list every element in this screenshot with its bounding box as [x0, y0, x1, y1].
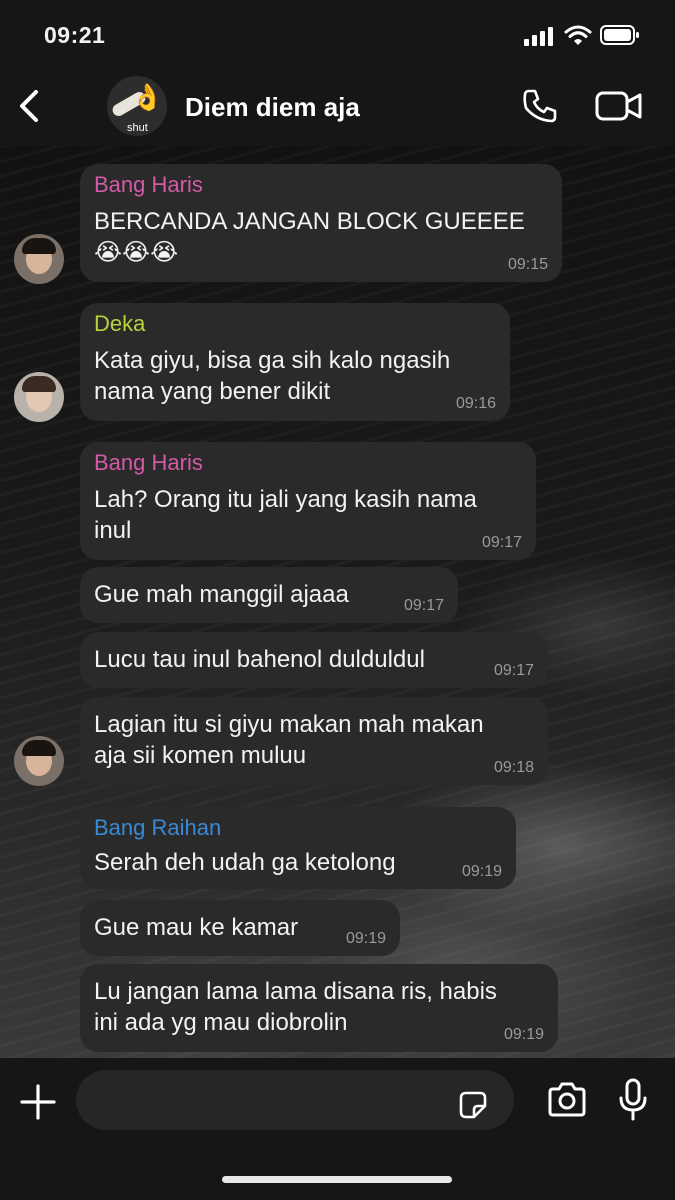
message-time: 09:17 — [493, 662, 534, 679]
message-text: Lu jangan lama lama disana ris, habis in… — [94, 978, 497, 1036]
plus-icon[interactable] — [18, 1082, 58, 1122]
message-bubble[interactable]: Gue mau ke kamar 09:19 — [80, 900, 400, 956]
message-text: Serah deh udah ga ketolong — [94, 849, 396, 876]
message-time: 09:19 — [503, 1026, 544, 1043]
message-bubble[interactable]: Bang Haris BERCANDA JANGAN BLOCK GUEEEE … — [80, 164, 562, 282]
battery-icon — [600, 25, 639, 45]
message-bubble[interactable]: Bang Haris Lah? Orang itu jali yang kasi… — [80, 442, 536, 560]
microphone-icon[interactable] — [618, 1078, 648, 1122]
sender-name: Deka — [94, 311, 146, 336]
signal-icon — [524, 26, 556, 46]
message-time: 09:19 — [345, 930, 386, 947]
group-title[interactable]: Diem diem aja — [185, 92, 360, 123]
avatar-caption: shut — [127, 122, 148, 134]
sender-avatar[interactable] — [14, 234, 64, 284]
group-avatar[interactable]: 👌 shut — [107, 76, 167, 136]
message-bubble[interactable]: Lu jangan lama lama disana ris, habis in… — [80, 964, 558, 1052]
message-bubble[interactable]: Deka Kata giyu, bisa ga sih kalo ngasih … — [80, 303, 510, 421]
message-text: Lucu tau inul bahenol dulduldul — [94, 646, 425, 673]
sticker-icon[interactable] — [458, 1090, 488, 1120]
sender-name: Bang Haris — [94, 172, 203, 197]
message-bubble[interactable]: Bang Raihan Serah deh udah ga ketolong 0… — [80, 807, 516, 889]
back-button[interactable] — [14, 86, 44, 126]
sender-avatar[interactable] — [14, 372, 64, 422]
message-time: 09:19 — [461, 863, 502, 880]
wifi-icon — [564, 25, 592, 45]
message-time: 09:15 — [507, 256, 548, 273]
message-text: Lagian itu si giyu makan mah makan aja s… — [94, 711, 484, 769]
message-bubble[interactable]: Gue mah manggil ajaaa 09:17 — [80, 567, 458, 623]
message-time: 09:16 — [455, 395, 496, 412]
phone-icon[interactable] — [520, 86, 560, 126]
sender-avatar[interactable] — [14, 736, 64, 786]
message-time: 09:17 — [481, 534, 522, 551]
message-text: Kata giyu, bisa ga sih kalo ngasih nama … — [94, 347, 451, 405]
message-list[interactable]: Bang Haris BERCANDA JANGAN BLOCK GUEEEE … — [0, 146, 675, 1058]
message-text: Gue mau ke kamar — [94, 914, 299, 941]
camera-icon[interactable] — [546, 1082, 588, 1118]
sender-name: Bang Haris — [94, 450, 203, 475]
message-text: Lah? Orang itu jali yang kasih nama inul — [94, 486, 477, 544]
message-input[interactable] — [76, 1070, 514, 1130]
message-time: 09:17 — [403, 597, 444, 614]
status-time: 09:21 — [44, 22, 106, 48]
video-camera-icon[interactable] — [595, 88, 643, 124]
message-text: BERCANDA JANGAN BLOCK GUEEEE 😭😭😭 — [94, 208, 525, 266]
ok-hand-emoji: 👌 — [131, 82, 164, 112]
sender-name: Bang Raihan — [94, 815, 222, 840]
message-time: 09:18 — [493, 759, 534, 776]
message-text: Gue mah manggil ajaaa — [94, 581, 349, 608]
home-indicator — [222, 1176, 452, 1183]
status-bar: 09:21 — [0, 0, 675, 68]
chat-header: 👌 shut Diem diem aja — [0, 68, 675, 146]
message-bubble[interactable]: Lucu tau inul bahenol dulduldul 09:17 — [80, 632, 548, 688]
message-bubble[interactable]: Lagian itu si giyu makan mah makan aja s… — [80, 697, 548, 785]
composer-bar — [0, 1058, 675, 1200]
